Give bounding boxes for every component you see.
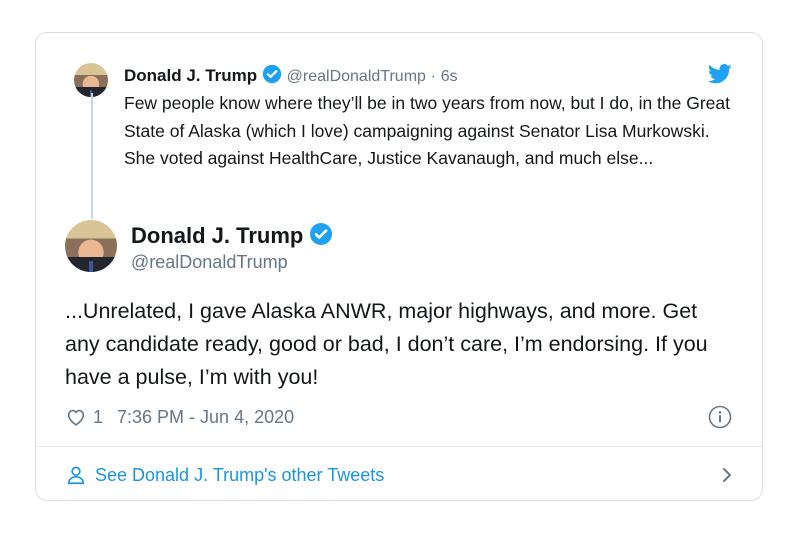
tweet-author-name-row[interactable]: Donald J. Trump	[131, 222, 333, 250]
quoted-tweet-text: Few people know where they’ll be in two …	[124, 93, 731, 168]
see-other-tweets-link[interactable]: See Donald J. Trump's other Tweets	[65, 460, 737, 490]
tweet-timestamp[interactable]: 7:36 PM - Jun 4, 2020	[117, 407, 294, 428]
verified-badge-icon	[310, 223, 333, 245]
verified-badge-icon	[262, 64, 282, 84]
info-icon[interactable]	[708, 405, 732, 429]
tweet-text: ...Unrelated, I gave Alaska ANWR, major …	[65, 299, 708, 389]
quoted-tweet-author-name[interactable]: Donald J. Trump	[124, 66, 257, 85]
tweet-meta-row: 1 7:36 PM - Jun 4, 2020	[65, 403, 294, 431]
quoted-tweet-header: Donald J. Trump @realDonaldTrump · 6s	[124, 64, 458, 88]
embedded-tweet-card: Donald J. Trump @realDonaldTrump · 6s Fe…	[35, 32, 763, 501]
thread-connector-line	[91, 93, 93, 219]
chevron-right-icon[interactable]	[717, 465, 737, 485]
person-icon	[67, 466, 85, 485]
twitter-bird-icon[interactable]	[708, 64, 732, 84]
quoted-tweet-avatar[interactable]	[74, 63, 108, 97]
tweet-author-name[interactable]: Donald J. Trump	[131, 223, 303, 248]
like-count[interactable]: 1	[93, 407, 103, 428]
footer-divider	[36, 446, 762, 447]
quoted-tweet-time[interactable]: 6s	[441, 68, 458, 85]
header-separator: ·	[430, 68, 436, 85]
tweet-author-handle[interactable]: @realDonaldTrump	[131, 250, 288, 274]
quoted-tweet-handle[interactable]: @realDonaldTrump	[287, 68, 426, 85]
heart-icon[interactable]	[65, 406, 87, 428]
see-other-tweets-label[interactable]: See Donald J. Trump's other Tweets	[95, 465, 384, 486]
tweet-author-avatar[interactable]	[65, 220, 117, 272]
